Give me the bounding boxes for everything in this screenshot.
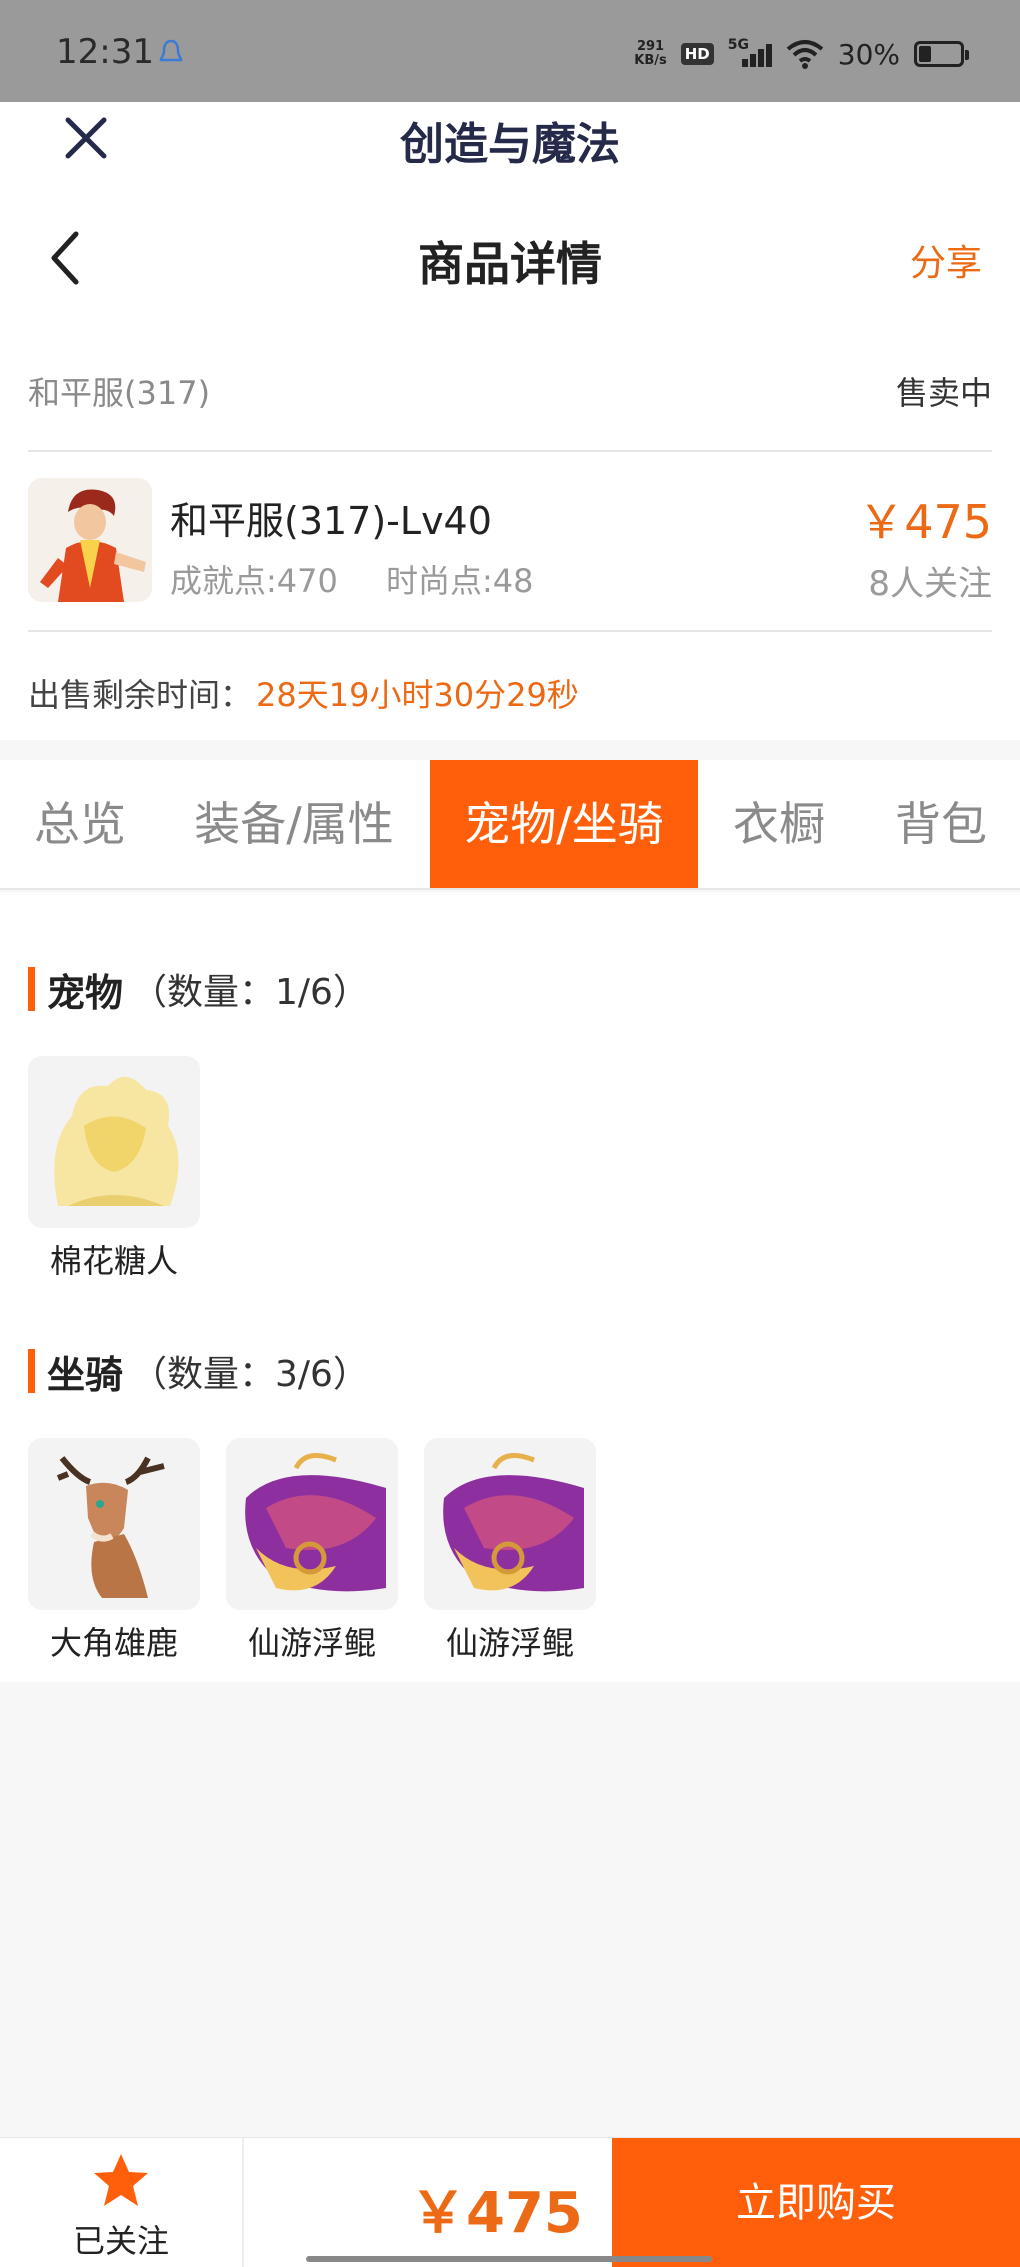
mount-name: 大角雄鹿: [49, 1624, 178, 1662]
mounts-count: （数量：3/6）: [131, 1354, 369, 1395]
sale-status: 售卖中: [895, 374, 992, 412]
bottom-action-bar: 已关注 ￥475 立即购买: [0, 2137, 1020, 2267]
network-type: 5G: [727, 37, 749, 53]
hd-badge: HD: [680, 43, 714, 65]
mount-item[interactable]: 仙游浮鲲: [424, 1438, 596, 1664]
mount-thumbnail: [28, 1438, 200, 1610]
pets-count: （数量：1/6）: [131, 972, 369, 1013]
character-avatar: [28, 478, 152, 602]
mounts-section-header: 坐骑 （数量：3/6）: [28, 1346, 369, 1397]
tab-wardrobe[interactable]: 衣橱: [708, 760, 850, 888]
remaining-time-value: 28天19小时30分29秒: [256, 676, 579, 714]
product-info: 和平服(317) 售卖中 和平服(317)-Lv40 成就点:470 时尚点:4…: [0, 332, 1020, 740]
bottom-price: ￥475: [410, 2181, 583, 2246]
mount-image: [28, 1438, 200, 1610]
net-speed-unit: KB/s: [634, 53, 667, 68]
status-bar: 12:31 291 KB/s HD 5G 30%: [0, 0, 1020, 102]
mount-name: 仙游浮鲲: [445, 1624, 574, 1662]
product-price: ￥475: [858, 495, 992, 549]
star-icon: [94, 2154, 148, 2206]
battery-percent: 30%: [837, 37, 900, 71]
page-title: 商品详情: [418, 237, 602, 291]
detail-tabs: 总览 装备/属性 宠物/坐骑 衣橱 背包: [0, 760, 1020, 890]
pets-section-header: 宠物 （数量：1/6）: [28, 964, 369, 1015]
net-speed-value: 291: [636, 39, 665, 54]
follow-button[interactable]: 已关注: [0, 2138, 244, 2267]
pet-image: [28, 1056, 200, 1228]
tab-overview[interactable]: 总览: [0, 760, 160, 888]
mount-thumbnail: [424, 1438, 596, 1610]
character-image: [28, 478, 152, 602]
follow-label: 已关注: [72, 2222, 169, 2260]
pet-name: 棉花糖人: [49, 1242, 178, 1280]
status-time: 12:31: [56, 32, 154, 72]
buy-now-button[interactable]: 立即购买: [612, 2138, 1020, 2267]
net-speed: 291 KB/s: [634, 40, 666, 68]
follower-count: 8人关注: [868, 564, 992, 604]
mount-thumbnail: [226, 1438, 398, 1610]
wifi-icon: [786, 40, 824, 69]
server-name: 和平服(317): [28, 374, 211, 412]
section-marker: [28, 1349, 35, 1393]
status-indicators: 291 KB/s HD 5G 30%: [634, 32, 969, 76]
share-button[interactable]: 分享: [910, 234, 982, 286]
tab-equipment[interactable]: 装备/属性: [180, 760, 408, 888]
section-marker: [28, 967, 35, 1011]
tab-pets-mounts[interactable]: 宠物/坐骑: [430, 760, 698, 888]
mount-image: [226, 1438, 398, 1610]
mounts-title: 坐骑: [47, 1352, 124, 1397]
mount-name: 仙游浮鲲: [247, 1624, 376, 1662]
qq-notification-icon: [159, 39, 183, 62]
role-name: 和平服(317)-Lv40: [170, 499, 492, 543]
pets-title: 宠物: [47, 970, 124, 1015]
app-title: 创造与魔法: [400, 119, 620, 170]
mount-image: [424, 1438, 596, 1610]
pet-item[interactable]: 棉花糖人: [28, 1056, 200, 1282]
remaining-time-label: 出售剩余时间：: [28, 676, 253, 714]
divider: [28, 630, 992, 632]
pets-mounts-panel: 宠物 （数量：1/6） 棉花糖人 坐骑 （数量：3/6） 大角雄鹿 仙游浮鲲 仙…: [0, 892, 1020, 1682]
battery-icon: [914, 41, 969, 67]
fashion-points: 时尚点:48: [386, 562, 534, 600]
achievement-points: 成就点:470: [170, 562, 338, 600]
pet-thumbnail: [28, 1056, 200, 1228]
mount-item[interactable]: 仙游浮鲲: [226, 1438, 398, 1664]
tab-backpack[interactable]: 背包: [870, 760, 1012, 888]
signal-icon: 5G: [728, 37, 772, 71]
mount-item[interactable]: 大角雄鹿: [28, 1438, 200, 1664]
divider: [28, 450, 992, 452]
page-header: 商品详情 分享: [0, 182, 1020, 332]
home-indicator[interactable]: [306, 2256, 712, 2262]
app-header: 创造与魔法: [0, 102, 1020, 182]
